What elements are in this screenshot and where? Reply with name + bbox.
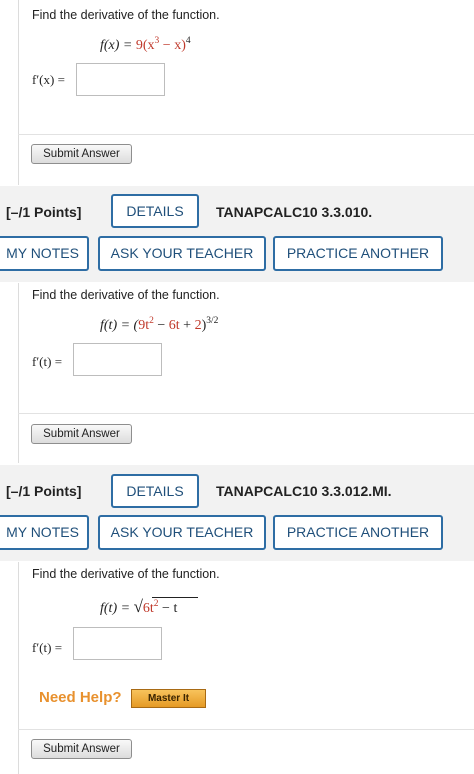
term-1-base: 9t [138, 318, 150, 333]
question-3-details-button[interactable]: DETAILS [111, 474, 199, 508]
radicand-base: 6t [142, 601, 154, 616]
question-2-divider [18, 413, 474, 414]
question-1-answer-input[interactable] [76, 63, 165, 96]
sqrt-vinculum [152, 597, 198, 598]
question-3-divider [18, 729, 474, 730]
radicand: 6t2 [142, 599, 159, 616]
question-3-submit-button[interactable]: Submit Answer [31, 739, 132, 759]
question-2-function: f(t) = (9t2 − 6t + 2)3/2 [100, 316, 219, 334]
question-3-practice-another-button[interactable]: PRACTICE ANOTHER [273, 515, 443, 550]
question-1-submit-button[interactable]: Submit Answer [31, 144, 132, 164]
function-lhs: f(t) = [100, 601, 134, 616]
question-2-answer-label: f′(t) = [32, 354, 63, 369]
question-2-details-button[interactable]: DETAILS [111, 194, 199, 228]
question-2-prompt: Find the derivative of the function. [32, 288, 220, 302]
term-3: 2 [194, 318, 202, 333]
master-it-button[interactable]: Master It [131, 689, 206, 708]
question-2-practice-another-button[interactable]: PRACTICE ANOTHER [273, 236, 443, 271]
question-2-points: [–/1 Points] [6, 204, 82, 220]
question-3-answer-input[interactable] [73, 627, 162, 660]
function-rest: − x) [159, 38, 186, 53]
function-power: 4 [185, 36, 191, 46]
function-coef: 9(x [135, 38, 155, 53]
question-3-prompt: Find the derivative of the function. [32, 567, 220, 581]
operator-1: − [153, 318, 169, 333]
question-2-code: TANAPCALC10 3.3.010. [216, 204, 373, 220]
question-2-ask-teacher-button[interactable]: ASK YOUR TEACHER [98, 236, 266, 271]
question-3-points: [–/1 Points] [6, 483, 82, 499]
question-3-code: TANAPCALC10 3.3.012.MI. [216, 483, 392, 499]
operator-2: + [179, 318, 195, 333]
question-1-answer-label: f′(x) = [32, 72, 65, 87]
function-power: 3/2 [206, 316, 219, 326]
need-help-label: Need Help? [39, 689, 122, 706]
radicand-rest: − t [158, 601, 178, 616]
question-2-answer-input[interactable] [73, 343, 162, 376]
question-1-prompt: Find the derivative of the function. [32, 8, 220, 22]
question-1-divider [18, 134, 474, 135]
question-2-submit-button[interactable]: Submit Answer [31, 424, 132, 444]
function-lhs: f(x) = [100, 38, 136, 53]
function-body: 9(x3 − x) [135, 36, 186, 53]
sqrt-icon: √ [133, 597, 143, 616]
question-3-my-notes-button[interactable]: MY NOTES [0, 515, 89, 550]
term-2: 6t [168, 318, 180, 333]
question-3-answer-label: f′(t) = [32, 640, 63, 655]
question-3-ask-teacher-button[interactable]: ASK YOUR TEACHER [98, 515, 266, 550]
question-2-my-notes-button[interactable]: MY NOTES [0, 236, 89, 271]
question-1-function: f(x) = 9(x3 − x)4 [100, 36, 191, 54]
question-3-function: f(t) = √6t2 − t [100, 597, 177, 617]
function-lhs: f(t) = ( [100, 318, 139, 333]
term-1: 9t2 [138, 316, 154, 333]
